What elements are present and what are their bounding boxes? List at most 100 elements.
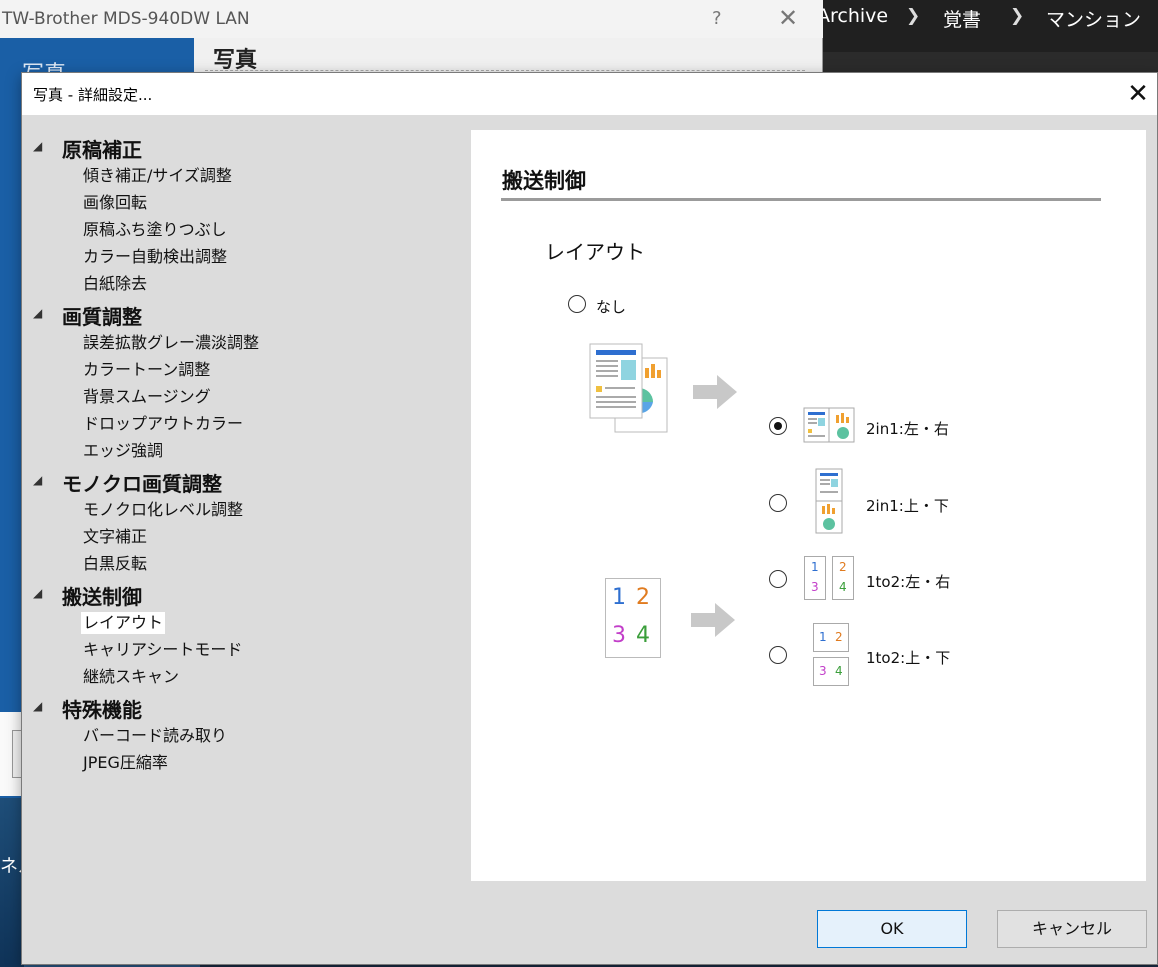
tree-item[interactable]: モノクロ化レベル調整 [22,497,462,524]
tree-item-selected[interactable]: レイアウト [22,610,462,637]
arrow-right-icon [693,375,737,409]
chevron-right-icon: ❯ [906,6,921,26]
option-label-2in1-top-bottom[interactable]: 2in1:上・下 [866,495,949,516]
digit-1: 1 [811,560,819,574]
tree-group-label[interactable]: 原稿補正 [62,134,142,163]
expander-icon[interactable]: ◢ [33,699,42,713]
option-label-2in1-left-right[interactable]: 2in1:左・右 [866,418,949,439]
tree-item[interactable]: 文字補正 [22,524,462,551]
radio-1to2-top-bottom[interactable] [769,646,787,664]
close-icon[interactable]: ✕ [778,4,798,32]
tree-item[interactable]: カラー自動検出調整 [22,244,462,271]
settings-panel: 搬送制御 レイアウト なし 2in1:左・右 2in1:上・下 1 2 3 4 … [471,130,1146,881]
parent-title-bar: TW-Brother MDS-940DW LAN ? ✕ [0,0,823,38]
tree-item[interactable]: 誤差拡散グレー濃淡調整 [22,330,462,357]
explorer-toolbar [800,52,1158,72]
digit-4: 4 [839,580,847,594]
radio-2in1-left-right[interactable] [769,417,787,435]
expander-icon[interactable]: ◢ [33,473,42,487]
tree-item[interactable]: キャリアシートモード [22,637,462,664]
expander-icon[interactable]: ◢ [33,306,42,320]
option-label-1to2-left-right[interactable]: 1to2:左・右 [866,571,950,592]
tree-group: ◢ 原稿補正 傾き補正/サイズ調整 画像回転 原稿ふち塗りつぶし カラー自動検出… [22,131,462,298]
option-label-none[interactable]: なし [596,296,626,317]
digit-3: 3 [819,664,827,678]
numbered-page-icon: 1 2 3 4 [605,578,661,658]
layout-1to2-top-bottom-icon: 1 2 3 4 [813,623,849,687]
parent-window-title: TW-Brother MDS-940DW LAN [2,9,250,29]
digit-1: 1 [819,630,827,644]
help-icon[interactable]: ? [712,8,722,29]
tree-item[interactable]: 背景スムージング [22,384,462,411]
expander-icon[interactable]: ◢ [33,139,42,153]
tree-item[interactable]: JPEG圧縮率 [22,750,462,777]
tree-item[interactable]: ドロップアウトカラー [22,411,462,438]
tree-item-label[interactable]: ドロップアウトカラー [81,413,245,435]
radio-layout-none[interactable] [568,295,586,313]
tree-group-label[interactable]: 特殊機能 [62,694,142,723]
radio-2in1-top-bottom[interactable] [769,494,787,512]
tree-item-label[interactable]: 背景スムージング [81,386,213,408]
tree-item-label[interactable]: エッジ強調 [81,440,165,462]
tree-item[interactable]: エッジ強調 [22,438,462,465]
dialog-title: 写真 - 詳細設定... [33,86,153,104]
option-label-1to2-top-bottom[interactable]: 1to2:上・下 [866,647,950,668]
tree-item-label[interactable]: カラートーン調整 [81,359,212,381]
breadcrumb-archive[interactable]: Archive [817,5,888,27]
tree-item-label[interactable]: レイアウト [81,612,166,634]
tree-item[interactable]: バーコード読み取り [22,723,462,750]
tree-item[interactable]: 原稿ふち塗りつぶし [22,217,462,244]
close-icon[interactable]: ✕ [1118,75,1158,113]
tree-item[interactable]: カラートーン調整 [22,357,462,384]
digit-2: 2 [835,630,843,644]
page-thumbnail: 1 3 [804,556,826,600]
tree-group-header[interactable]: ◢ 原稿補正 [22,131,462,163]
tree-item-label[interactable]: 傾き補正/サイズ調整 [81,165,234,187]
tree-item-label[interactable]: 画像回転 [81,192,149,214]
tree-item-label[interactable]: JPEG圧縮率 [81,752,170,774]
divider [501,198,1101,201]
arrow-right-icon [691,603,735,637]
divider [205,70,805,71]
tree-item-label[interactable]: 継続スキャン [81,666,181,688]
tree-item-label[interactable]: バーコード読み取り [81,725,229,747]
ok-button[interactable]: OK [817,910,967,948]
tree-item[interactable]: 継続スキャン [22,664,462,691]
tree-group-label[interactable]: 画質調整 [62,301,142,330]
breadcrumb-memo[interactable]: 覚書 [943,5,981,32]
layout-2in1-left-right-icon [803,407,855,443]
tree-item-label[interactable]: キャリアシートモード [81,639,244,661]
tree-group-header[interactable]: ◢ 画質調整 [22,298,462,330]
explorer-address-bar: Archive ❯ 覚書 ❯ マンション [800,0,1158,52]
tree-group: ◢ 搬送制御 レイアウト キャリアシートモード 継続スキャン [22,578,462,691]
layout-2in1-top-bottom-icon [815,468,843,534]
tree-item[interactable]: 傾き補正/サイズ調整 [22,163,462,190]
tree-item-label[interactable]: 白紙除去 [81,273,149,295]
tree-group-label[interactable]: 搬送制御 [62,581,142,610]
digit-1: 1 [612,585,626,610]
tree-item-label[interactable]: 誤差拡散グレー濃淡調整 [81,332,261,354]
radio-1to2-left-right[interactable] [769,570,787,588]
tree-item-label[interactable]: 文字補正 [81,526,149,548]
cancel-button[interactable]: キャンセル [997,910,1147,948]
tree-group-label[interactable]: モノクロ画質調整 [62,468,222,497]
tree-group-header[interactable]: ◢ 搬送制御 [22,578,462,610]
tree-group-header[interactable]: ◢ モノクロ画質調整 [22,465,462,497]
tree-item-label[interactable]: 原稿ふち塗りつぶし [81,219,229,241]
two-page-document-icon [589,343,668,433]
tree-item[interactable]: 白紙除去 [22,271,462,298]
advanced-settings-dialog: 写真 - 詳細設定... ✕ ◢ 原稿補正 傾き補正/サイズ調整 画像回転 原稿… [21,72,1158,965]
tree-item-label[interactable]: 白黒反転 [81,553,149,575]
tree-item-label[interactable]: モノクロ化レベル調整 [81,499,245,521]
tree-item-label[interactable]: カラー自動検出調整 [81,246,229,268]
expander-icon[interactable]: ◢ [33,586,42,600]
tree-item[interactable]: 画像回転 [22,190,462,217]
page-thumbnail: 1 2 [813,623,849,652]
tree-group: ◢ 画質調整 誤差拡散グレー濃淡調整 カラートーン調整 背景スムージング ドロッ… [22,298,462,465]
breadcrumb-mansion[interactable]: マンション [1046,5,1141,32]
page-thumbnail: 3 4 [813,657,849,686]
page-thumbnail: 2 4 [832,556,854,600]
tree-item[interactable]: 白黒反転 [22,551,462,578]
layout-1to2-left-right-icon: 1 3 2 4 [804,556,854,600]
tree-group-header[interactable]: ◢ 特殊機能 [22,691,462,723]
